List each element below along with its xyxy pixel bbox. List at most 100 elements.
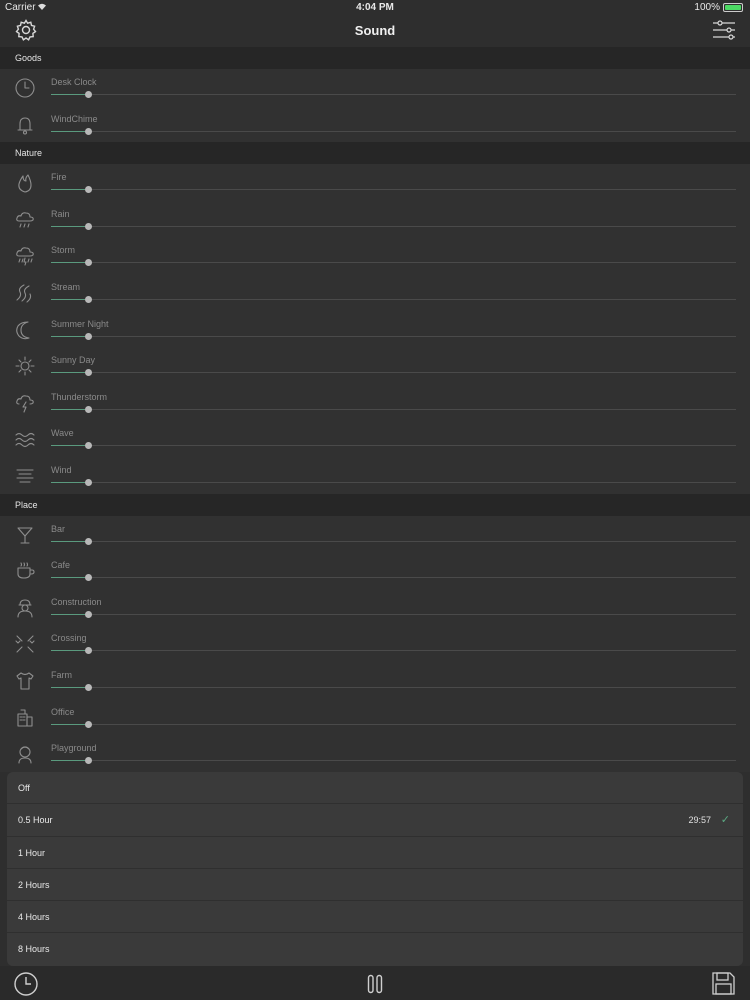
pause-icon[interactable]: [367, 974, 383, 994]
volume-slider-fill: [51, 335, 86, 337]
kid-icon: [14, 743, 36, 765]
volume-slider-track[interactable]: [51, 723, 736, 725]
sound-label: Rain: [51, 208, 70, 219]
sound-label: Stream: [51, 281, 81, 292]
battery-percent: 100%: [694, 2, 720, 13]
volume-slider-track[interactable]: [51, 225, 736, 227]
clock-icon[interactable]: [13, 971, 39, 997]
volume-slider-track[interactable]: [51, 335, 736, 337]
volume-slider-thumb[interactable]: [85, 91, 93, 98]
volume-slider-track[interactable]: [51, 540, 736, 542]
sound-row-sunny-day: Sunny Day: [0, 347, 750, 384]
sound-label: Sunny Day: [51, 355, 96, 366]
volume-slider-fill: [51, 298, 86, 300]
sound-row-storm: Storm: [0, 237, 750, 274]
volume-slider-track[interactable]: [51, 298, 736, 300]
timer-option-off[interactable]: Off: [7, 772, 743, 805]
sun-icon: [14, 355, 36, 377]
sound-list: Goods Desk Clock WindChime Nature Fire Rain St…: [0, 47, 750, 772]
volume-slider-track[interactable]: [51, 262, 736, 264]
mixer-sliders-icon[interactable]: [712, 19, 736, 41]
sound-row-wind: Wind: [0, 456, 750, 494]
volume-slider-thumb[interactable]: [85, 332, 93, 340]
volume-slider-track[interactable]: [51, 577, 736, 579]
sound-label: Construction: [51, 596, 102, 607]
wave-icon: [14, 428, 36, 450]
sound-label: WindChime: [51, 113, 98, 124]
volume-slider-thumb[interactable]: [85, 757, 93, 765]
volume-slider-fill: [51, 650, 86, 652]
volume-slider-thumb[interactable]: [85, 259, 93, 267]
sound-label: Farm: [51, 669, 72, 680]
timer-option-label: Off: [18, 783, 30, 793]
sound-row-cafe: Cafe: [0, 552, 750, 589]
sound-row-desk-clock: Desk Clock: [0, 69, 750, 106]
sound-row-fire: Fire: [0, 164, 750, 201]
page-title: Sound: [354, 23, 396, 38]
volume-slider-thumb[interactable]: [85, 610, 93, 618]
volume-slider-thumb[interactable]: [85, 720, 93, 728]
volume-slider-track[interactable]: [51, 130, 736, 132]
volume-slider-thumb[interactable]: [85, 683, 93, 691]
volume-slider-thumb[interactable]: [85, 442, 93, 450]
battery-icon: [723, 3, 743, 12]
volume-slider-fill: [51, 225, 86, 227]
volume-slider-fill: [51, 540, 86, 542]
timer-option-0-5-hour[interactable]: 0.5 Hour 29:57 ✓: [7, 804, 743, 837]
sound-label: Wave: [51, 428, 74, 439]
volume-slider-thumb[interactable]: [85, 574, 93, 582]
sound-label: Storm: [51, 245, 76, 256]
worker-icon: [14, 597, 36, 619]
save-icon[interactable]: [711, 971, 736, 996]
thunder-icon: [14, 392, 36, 414]
sound-label: Thunderstorm: [51, 391, 108, 402]
timer-option-label: 1 Hour: [18, 847, 46, 858]
sound-row-bar: Bar: [0, 515, 750, 553]
section-header-goods: Goods: [0, 47, 750, 69]
timer-option-1-hour[interactable]: 1 Hour: [7, 837, 743, 869]
sound-label: Bar: [51, 523, 66, 534]
volume-slider-track[interactable]: [51, 760, 736, 762]
timer-option-label: 0.5 Hour: [18, 815, 53, 826]
volume-slider-thumb[interactable]: [85, 222, 93, 230]
wind-icon: [14, 465, 36, 487]
timer-option-label: 8 Hours: [18, 944, 50, 955]
volume-slider-thumb[interactable]: [85, 478, 93, 486]
volume-slider-thumb[interactable]: [85, 295, 93, 303]
volume-slider-track[interactable]: [51, 372, 736, 374]
volume-slider-track[interactable]: [51, 686, 736, 688]
volume-slider-thumb[interactable]: [85, 186, 93, 194]
volume-slider-track[interactable]: [51, 445, 736, 447]
volume-slider-thumb[interactable]: [85, 405, 93, 413]
sound-label: Wind: [51, 464, 72, 475]
volume-slider-track[interactable]: [51, 613, 736, 615]
sound-row-playground: Playground: [0, 735, 750, 772]
volume-slider-track[interactable]: [51, 481, 736, 483]
volume-slider-track[interactable]: [51, 408, 736, 410]
volume-slider-thumb[interactable]: [85, 647, 93, 655]
timer-option-4-hours[interactable]: 4 Hours: [7, 901, 743, 934]
volume-slider-fill: [51, 130, 86, 132]
volume-slider-thumb[interactable]: [85, 127, 93, 135]
volume-slider-thumb[interactable]: [85, 537, 93, 545]
nav-bar: Sound: [0, 15, 750, 47]
volume-slider-track[interactable]: [51, 650, 736, 652]
volume-slider-fill: [51, 189, 86, 191]
sound-row-office: Office: [0, 698, 750, 736]
volume-slider-fill: [51, 94, 86, 95]
volume-slider-track[interactable]: [51, 94, 736, 95]
office-icon: [14, 707, 36, 729]
checkmark-icon: ✓: [720, 814, 730, 827]
section-header-place: Place: [0, 493, 750, 516]
section-header-nature: Nature: [0, 142, 750, 165]
timer-option-2-hours[interactable]: 2 Hours: [7, 869, 743, 902]
volume-slider-track[interactable]: [51, 189, 736, 191]
cup-icon: [14, 560, 36, 582]
sound-label: Playground: [51, 743, 97, 754]
timer-option-8-hours[interactable]: 8 Hours: [7, 933, 743, 965]
volume-slider-fill: [51, 686, 86, 688]
volume-slider-thumb[interactable]: [85, 369, 93, 377]
bottom-toolbar: [0, 966, 750, 1000]
bell-icon: [14, 114, 36, 136]
status-bar: Carrier 4:04 PM 100%: [0, 0, 750, 15]
